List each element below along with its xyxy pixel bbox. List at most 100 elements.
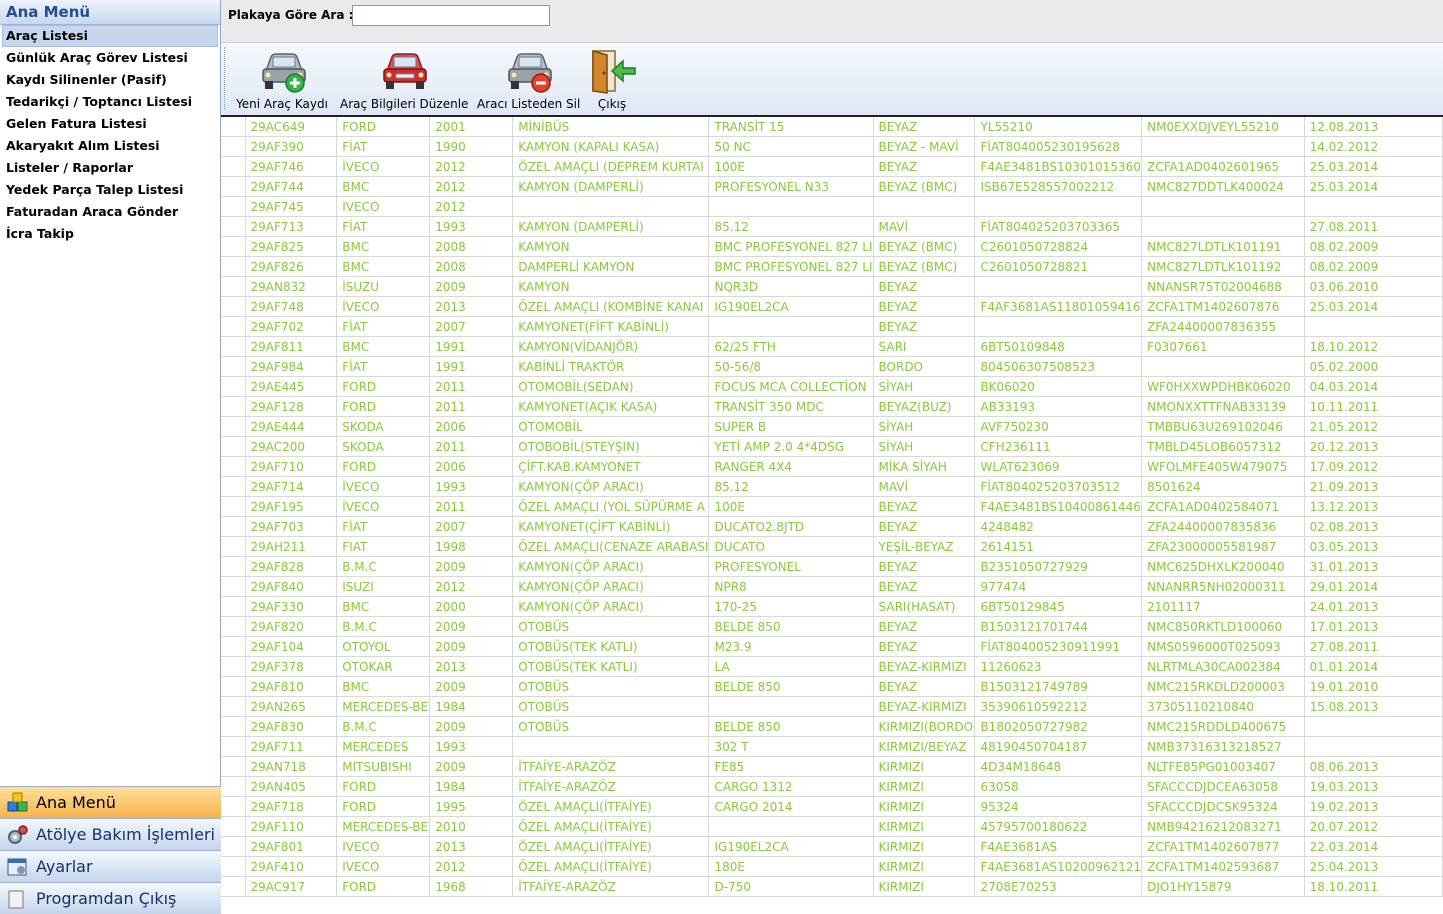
table-cell[interactable]: IG190EL2CA bbox=[708, 836, 874, 857]
table-cell[interactable]: KIRMIZI bbox=[873, 776, 976, 797]
table-cell[interactable]: BEYAZ bbox=[873, 576, 976, 597]
table-cell[interactable]: WF0HXXWPDHBK06020 bbox=[1141, 376, 1305, 397]
table-cell[interactable]: 2012 bbox=[429, 856, 514, 877]
table-cell[interactable]: NPR8 bbox=[708, 576, 874, 597]
table-row[interactable]: 29AF746 İVECO 2012 ÖZEL AMAÇLI (DEPREM KURT… bbox=[221, 156, 1443, 177]
row-selector[interactable] bbox=[221, 676, 246, 697]
table-cell[interactable]: 03.06.2010 bbox=[1304, 276, 1443, 297]
edit-vehicle-button[interactable]: Araç Bilgileri Düzenle bbox=[340, 43, 468, 113]
table-cell[interactable]: BMC bbox=[336, 336, 431, 357]
table-cell[interactable]: 29AH211 bbox=[245, 536, 338, 557]
table-cell[interactable]: ZCFA1AD0402584071 bbox=[1141, 496, 1305, 517]
table-cell[interactable]: 2009 bbox=[429, 276, 514, 297]
new-vehicle-button[interactable]: Yeni Araç Kaydı bbox=[235, 43, 329, 113]
row-selector[interactable] bbox=[221, 336, 246, 357]
row-selector[interactable] bbox=[221, 276, 246, 297]
table-cell[interactable]: 2006 bbox=[429, 456, 514, 477]
table-cell[interactable]: TMBBU63U269102046 bbox=[1141, 416, 1305, 437]
table-row[interactable]: 29AF330 BMC 2000 KAMYON(ÇÖP ARACI) 170-25 SAR… bbox=[221, 596, 1443, 617]
table-cell[interactable]: F4AE3681AS10200962121 bbox=[974, 856, 1143, 877]
table-cell[interactable]: 1990 bbox=[429, 136, 514, 157]
table-cell[interactable]: 4D34M18648 bbox=[974, 756, 1143, 777]
toolbar-grip[interactable] bbox=[224, 47, 228, 109]
table-cell[interactable]: FİAT804025203703365 bbox=[974, 216, 1143, 237]
row-selector[interactable] bbox=[221, 536, 246, 557]
table-cell[interactable]: 29AF810 bbox=[245, 676, 338, 697]
table-cell[interactable]: BEYAZ bbox=[873, 276, 976, 297]
table-cell[interactable]: FORD bbox=[336, 796, 431, 817]
table-cell[interactable]: ZCFA1TM1402593687 bbox=[1141, 856, 1305, 877]
table-cell[interactable]: FORD bbox=[336, 776, 431, 797]
table-cell[interactable]: 01.01.2014 bbox=[1304, 656, 1443, 677]
table-cell[interactable]: ISUZI bbox=[336, 576, 431, 597]
table-row[interactable]: 29AN718 MITSUBISHI 2009 İTFAİYE-ARAZÖZ FE85 K… bbox=[221, 756, 1443, 777]
row-selector[interactable] bbox=[221, 416, 246, 437]
table-cell[interactable]: ÖZEL AMAÇLI(İTFAİYE) bbox=[512, 836, 710, 857]
table-cell[interactable]: 1995 bbox=[429, 796, 514, 817]
table-cell[interactable]: F4AE3681AS bbox=[974, 836, 1143, 857]
table-cell[interactable]: 2008 bbox=[429, 236, 514, 257]
table-cell[interactable]: 11260623 bbox=[974, 656, 1143, 677]
table-cell[interactable] bbox=[1304, 316, 1443, 337]
table-cell[interactable]: 100E bbox=[708, 156, 874, 177]
row-selector[interactable] bbox=[221, 716, 246, 737]
table-cell[interactable]: 29AF718 bbox=[245, 796, 338, 817]
table-cell[interactable]: 29AC649 bbox=[245, 117, 338, 137]
table-row[interactable]: 29AN405 FORD 1984 İTFAİYE-ARAZÖZ CARGO 1312 K… bbox=[221, 776, 1443, 797]
table-cell[interactable]: DUCATO bbox=[708, 536, 874, 557]
table-cell[interactable]: FORD bbox=[336, 456, 431, 477]
table-cell[interactable]: ZFA24400007836355 bbox=[1141, 316, 1305, 337]
row-selector[interactable] bbox=[221, 516, 246, 537]
table-cell[interactable]: ÖZEL AMAÇLI(CENAZE ARABASI bbox=[512, 536, 710, 557]
table-cell[interactable]: B1503121701744 bbox=[974, 616, 1143, 637]
table-cell[interactable]: ÖZEL AMAÇLI(İTFAİYE) bbox=[512, 856, 710, 877]
table-cell[interactable]: BMC bbox=[336, 176, 431, 197]
table-cell[interactable]: BEYAZ bbox=[873, 296, 976, 317]
table-cell[interactable]: BEYAZ (BMC) bbox=[873, 256, 976, 277]
table-cell[interactable]: WLAT623069 bbox=[974, 456, 1143, 477]
table-cell[interactable]: 13.12.2013 bbox=[1304, 496, 1443, 517]
table-cell[interactable]: 2011 bbox=[429, 376, 514, 397]
table-cell[interactable]: B.M.C bbox=[336, 556, 431, 577]
table-cell[interactable]: KIRMIZI bbox=[873, 856, 976, 877]
table-row[interactable]: 29AF128 FORD 2011 KAMYONET(AÇIK KASA) TRANSİ… bbox=[221, 396, 1443, 417]
table-cell[interactable]: CARGO 1312 bbox=[708, 776, 874, 797]
table-row[interactable]: 29AN832 İSUZU 2009 KAMYON NQR3D BEYAZ NNANSR75… bbox=[221, 276, 1443, 297]
table-cell[interactable]: ÖZEL AMAÇLI(İTFAİYE) bbox=[512, 796, 710, 817]
table-cell[interactable]: 29AF702 bbox=[245, 316, 338, 337]
table-cell[interactable]: 2009 bbox=[429, 636, 514, 657]
table-cell[interactable]: C2601050728824 bbox=[974, 236, 1143, 257]
table-cell[interactable]: 85.12 bbox=[708, 476, 874, 497]
table-row[interactable]: 29AF811 BMC 1991 KAMYON(VİDANJÖR) 62/25 FTH S… bbox=[221, 336, 1443, 357]
row-selector[interactable] bbox=[221, 636, 246, 657]
table-cell[interactable]: 25.03.2014 bbox=[1304, 176, 1443, 197]
table-cell[interactable]: NMC827LDTLK101192 bbox=[1141, 256, 1305, 277]
table-cell[interactable]: M23.9 bbox=[708, 636, 874, 657]
table-cell[interactable]: SİYAH bbox=[873, 416, 976, 437]
table-cell[interactable]: 02.08.2013 bbox=[1304, 516, 1443, 537]
table-cell[interactable]: BORDO bbox=[873, 356, 976, 377]
table-cell[interactable]: KAMYON(ÇÖP ARACI) bbox=[512, 576, 710, 597]
table-cell[interactable]: 12.08.2013 bbox=[1304, 117, 1443, 137]
table-cell[interactable]: BEYAZ bbox=[873, 316, 976, 337]
table-row[interactable]: 29AF840 ISUZI 2012 KAMYON(ÇÖP ARACI) NPR8 BEY… bbox=[221, 576, 1443, 597]
table-cell[interactable]: LA bbox=[708, 656, 874, 677]
table-cell[interactable]: BELDE 850 bbox=[708, 676, 874, 697]
table-cell[interactable]: 1984 bbox=[429, 776, 514, 797]
table-cell[interactable]: ZCFA1TM1402607877 bbox=[1141, 836, 1305, 857]
row-selector[interactable] bbox=[221, 456, 246, 477]
table-cell[interactable]: BEYAZ bbox=[873, 676, 976, 697]
table-cell[interactable]: BEYAZ bbox=[873, 496, 976, 517]
table-cell[interactable]: B2351050727929 bbox=[974, 556, 1143, 577]
table-cell[interactable]: İTFAİYE-ARAZÖZ bbox=[512, 776, 710, 797]
table-cell[interactable]: 1991 bbox=[429, 336, 514, 357]
table-cell[interactable]: 2000 bbox=[429, 596, 514, 617]
table-cell[interactable]: 27.08.2011 bbox=[1304, 216, 1443, 237]
table-cell[interactable] bbox=[974, 276, 1143, 297]
table-cell[interactable]: 31.01.2013 bbox=[1304, 556, 1443, 577]
row-selector[interactable] bbox=[221, 436, 246, 457]
table-cell[interactable]: 25.04.2013 bbox=[1304, 856, 1443, 877]
table-cell[interactable]: WFOLMFE405W479075 bbox=[1141, 456, 1305, 477]
table-row[interactable]: 29AN265 MERCEDES-BE 1984 OTOBÜS BEYAZ-KIRMIZ… bbox=[221, 696, 1443, 717]
table-cell[interactable]: 21.09.2013 bbox=[1304, 476, 1443, 497]
